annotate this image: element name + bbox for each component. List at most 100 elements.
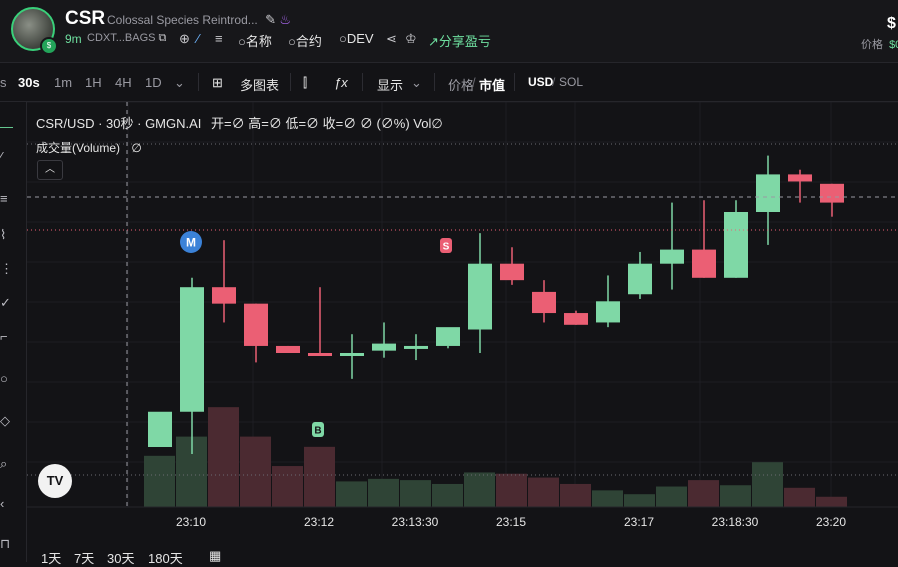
tradingview-logo[interactable]: TV: [38, 464, 72, 498]
price-toggle[interactable]: 价格: [448, 75, 474, 94]
chevron-down-icon[interactable]: ⌄: [411, 75, 422, 91]
chevron-down-icon[interactable]: ⌄: [174, 75, 185, 91]
share-icon[interactable]: ⋖: [386, 31, 397, 47]
marker-b-label: B: [314, 426, 321, 437]
volume-bar: [336, 481, 367, 507]
candle-body: [404, 345, 428, 349]
interval-1h[interactable]: 1H: [85, 75, 102, 90]
marker-b[interactable]: B: [312, 422, 324, 437]
display-button[interactable]: 显示: [377, 75, 403, 94]
volume-bar: [720, 485, 751, 507]
volume-bar: [688, 480, 719, 507]
collapse-icon[interactable]: ‹: [0, 497, 14, 511]
search-dev-link[interactable]: ○DEV: [339, 31, 374, 46]
add-indicator-icon[interactable]: ⊞: [212, 75, 223, 91]
lock-icon: $: [40, 37, 58, 55]
candle-body: [692, 249, 716, 278]
interval-1m[interactable]: 1m: [54, 75, 72, 90]
candle-body: [468, 263, 492, 330]
volume-bar: [272, 466, 303, 507]
interval-1d[interactable]: 1D: [145, 75, 162, 90]
volume-bar: [240, 436, 271, 507]
brush-icon[interactable]: ✓: [0, 296, 14, 310]
contract-address[interactable]: CDXT...BAGS ⧉: [87, 32, 166, 45]
ruler-icon[interactable]: ◇: [0, 414, 14, 428]
search-name-link[interactable]: ○名称: [238, 31, 272, 50]
volume-bar: [752, 462, 783, 507]
interval-s[interactable]: s: [0, 75, 7, 90]
x-axis-ticks: 23:10 23:12 23:13:30 23:15 23:17 23:18:30 23:2…: [176, 515, 846, 529]
interval-30s[interactable]: 30s: [18, 75, 40, 90]
text-icon[interactable]: ⌐: [0, 330, 14, 344]
chart-toolbar: s 30s 1m 1H 4H 1D ⌄ ⊞ 多图表 ⫿ ƒx 显示 ⌄ 价格 /…: [0, 63, 898, 102]
divider: [362, 73, 363, 91]
x-tick-label: 23:10: [176, 515, 206, 529]
price-value-usd: $0: [889, 39, 898, 51]
volume-bar: [592, 490, 623, 507]
menu-icon[interactable]: ≡: [215, 31, 223, 46]
volume-bar: [656, 486, 687, 507]
marker-m-label: M: [186, 236, 196, 250]
collapse-legend-button[interactable]: ︿: [37, 160, 63, 180]
candle-type-icon[interactable]: ⫿: [303, 75, 307, 91]
mcap-toggle[interactable]: 市值: [479, 75, 505, 94]
trendline-icon[interactable]: ⁄: [0, 150, 14, 164]
divider: [514, 73, 515, 91]
range-180d[interactable]: 180天: [148, 548, 183, 567]
candle-body: [756, 174, 780, 212]
candlestick-chart[interactable]: 23:10 23:12 23:13:30 23:15 23:17 23:18:30 23:2…: [27, 102, 898, 532]
chart-legend: CSR/USD · 30秒 · GMGN.AI 开=∅ 高=∅ 低=∅ 收=∅ …: [36, 113, 443, 132]
website-icon[interactable]: ⊕: [179, 31, 190, 47]
volume-bar: [368, 478, 399, 507]
candle-body: [436, 327, 460, 346]
volume-label: 成交量(Volume): [36, 141, 121, 155]
divider: [290, 73, 291, 91]
emoji-icon[interactable]: ○: [0, 372, 14, 386]
divider: [198, 73, 199, 91]
candle-body: [500, 263, 524, 281]
marker-m[interactable]: M: [180, 231, 202, 253]
volume-bar: [432, 483, 463, 507]
range-selector: 1天 7天 30天 180天 ▦: [0, 532, 898, 566]
edit-icon[interactable]: ✎: [265, 12, 276, 28]
volume-bar: [464, 472, 495, 507]
marker-s[interactable]: S: [440, 238, 452, 253]
fib-icon[interactable]: ≡: [0, 192, 14, 206]
volume-bar: [528, 477, 559, 507]
x-tick-label: 23:15: [496, 515, 526, 529]
toggle-separator: /: [472, 75, 476, 90]
multi-chart-button[interactable]: 多图表: [240, 75, 279, 94]
zoom-icon[interactable]: ⌕: [0, 457, 14, 471]
volume-bar: [400, 480, 431, 507]
copy-icon[interactable]: ⧉: [159, 32, 167, 45]
pattern-icon[interactable]: ⌇: [0, 228, 14, 242]
candle-body: [180, 287, 204, 412]
candle-body: [596, 301, 620, 323]
x-tick-label: 23:20: [816, 515, 846, 529]
candle-body: [276, 345, 300, 353]
candle-body: [788, 174, 812, 182]
range-1d[interactable]: 1天: [41, 548, 61, 567]
indicators-icon[interactable]: ƒx: [334, 75, 348, 90]
interval-4h[interactable]: 4H: [115, 75, 132, 90]
pump-icon[interactable]: ⁄: [197, 31, 199, 46]
range-30d[interactable]: 30天: [107, 548, 134, 567]
search-contract-link[interactable]: ○合约: [288, 31, 322, 50]
projection-icon[interactable]: ⋮: [0, 262, 14, 276]
x-tick-label: 23:13:30: [392, 515, 439, 529]
range-7d[interactable]: 7天: [74, 548, 94, 567]
share-pnl-button[interactable]: ↗分享盈亏: [428, 31, 491, 50]
crosshair-icon[interactable]: —: [0, 120, 14, 134]
volume-value: ∅: [131, 141, 142, 155]
pair-label: CSR/USD · 30秒 · GMGN.AI: [36, 116, 202, 131]
search-icon: ○: [288, 34, 296, 49]
flame-icon: ♨: [279, 12, 291, 27]
candle-body: [148, 411, 172, 447]
price-label: 价格 $0: [861, 36, 898, 52]
currency-sol[interactable]: SOL: [559, 75, 583, 89]
volume-bar: [208, 407, 239, 507]
crown-icon[interactable]: ♔: [405, 31, 417, 47]
currency-usd[interactable]: USD: [528, 75, 553, 89]
search-icon: ○: [238, 34, 246, 49]
ohlc-values: 开=∅ 高=∅ 低=∅ 收=∅ ∅ (∅%) Vol∅: [211, 116, 443, 131]
